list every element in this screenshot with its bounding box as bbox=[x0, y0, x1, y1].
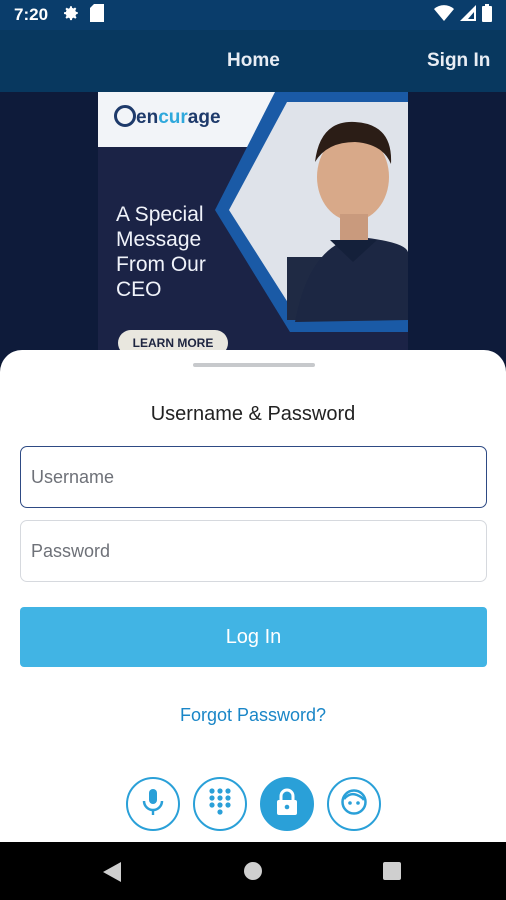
nav-home-link[interactable]: Home bbox=[227, 50, 280, 72]
login-title: Username & Password bbox=[150, 403, 356, 425]
auth-method-selector bbox=[126, 777, 382, 831]
keypad-auth-button[interactable] bbox=[193, 777, 247, 831]
battery-icon bbox=[482, 3, 492, 27]
ceo-message-banner[interactable]: encurage A Special Message From Our CEO … bbox=[98, 92, 408, 357]
username-field[interactable] bbox=[20, 446, 487, 508]
gear-icon bbox=[62, 4, 80, 27]
home-icon[interactable] bbox=[244, 862, 262, 880]
forgot-password-link[interactable]: Forgot Password? bbox=[0, 705, 506, 726]
ceo-photo bbox=[215, 92, 408, 332]
lock-icon bbox=[275, 788, 299, 821]
face-auth-button[interactable] bbox=[327, 777, 381, 831]
password-field[interactable] bbox=[20, 520, 487, 582]
keypad-icon bbox=[208, 787, 232, 822]
android-navigation-bar bbox=[0, 842, 506, 900]
signal-icon bbox=[460, 4, 476, 26]
sd-card-icon bbox=[90, 3, 105, 27]
status-bar: 7:20 bbox=[0, 0, 506, 30]
back-icon[interactable] bbox=[103, 862, 121, 887]
password-auth-button[interactable] bbox=[260, 777, 314, 831]
wifi-icon bbox=[434, 4, 454, 26]
top-navigation: Home Sign In bbox=[0, 30, 506, 92]
login-button[interactable]: Log In bbox=[20, 607, 487, 667]
logo-at-icon bbox=[114, 105, 136, 127]
microphone-icon bbox=[141, 788, 165, 821]
login-sheet: Username & Password Log In Forgot Passwo… bbox=[0, 350, 506, 842]
username-input[interactable] bbox=[21, 447, 486, 507]
face-icon bbox=[340, 788, 368, 821]
password-input[interactable] bbox=[21, 521, 486, 581]
recent-apps-icon[interactable] bbox=[383, 862, 401, 880]
nav-signin-link[interactable]: Sign In bbox=[427, 50, 490, 72]
voice-auth-button[interactable] bbox=[126, 777, 180, 831]
status-time: 7:20 bbox=[14, 5, 49, 24]
sheet-drag-handle[interactable] bbox=[193, 363, 315, 367]
